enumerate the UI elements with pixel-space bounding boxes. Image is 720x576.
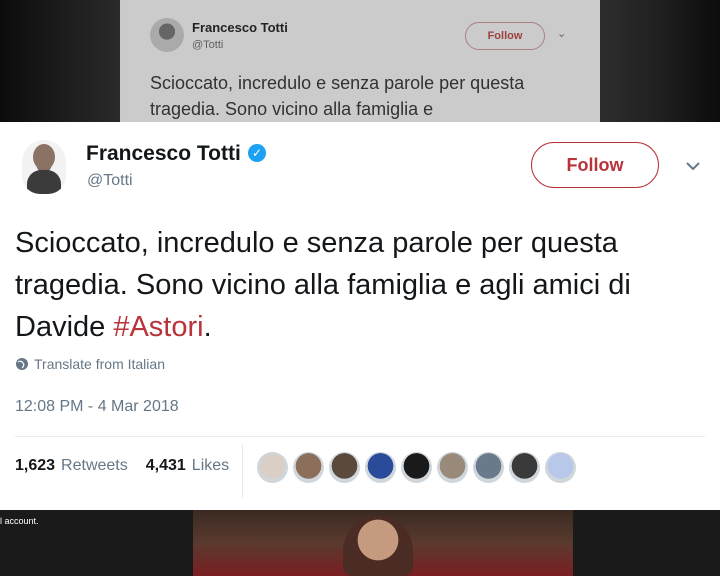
- liker-avatar[interactable]: [437, 452, 468, 483]
- background-photo: [193, 510, 573, 576]
- follow-button[interactable]: Follow: [531, 142, 659, 188]
- background-chevron-icon: ⌄: [557, 28, 567, 40]
- liker-avatar[interactable]: [401, 452, 432, 483]
- account-note: l account.: [0, 516, 39, 526]
- avatar[interactable]: [22, 140, 66, 194]
- liker-avatar[interactable]: [293, 452, 324, 483]
- likers-list: [257, 452, 576, 483]
- stats-divider: [242, 444, 243, 498]
- retweets-count[interactable]: 1,623: [15, 457, 55, 475]
- background-tweet: Francesco Totti @Totti Follow ⌄ Scioccat…: [120, 0, 600, 122]
- hashtag-link[interactable]: #Astori: [113, 311, 203, 343]
- background-follow-button: Follow: [465, 22, 545, 50]
- liker-avatar[interactable]: [473, 452, 504, 483]
- display-name[interactable]: Francesco Totti: [86, 142, 241, 166]
- tweet-text-end: .: [203, 311, 212, 343]
- tweet-text: Scioccato, incredulo e senza parole per …: [15, 222, 685, 348]
- avatar-head: [33, 144, 55, 170]
- background-display-name: Francesco Totti: [192, 20, 288, 35]
- tweet-stats: 1,623 Retweets 4,431 Likes: [15, 457, 229, 475]
- retweets-label[interactable]: Retweets: [61, 457, 128, 475]
- photo-face: [343, 516, 413, 576]
- globe-icon: [16, 358, 28, 370]
- likes-count[interactable]: 4,431: [146, 457, 186, 475]
- verified-badge-icon: ✓: [248, 144, 266, 162]
- chevron-down-icon[interactable]: [683, 156, 703, 176]
- tweet-text-body: Scioccato, incredulo e senza parole per …: [15, 227, 631, 343]
- translate-link[interactable]: Translate from Italian: [15, 356, 165, 372]
- avatar-body: [27, 170, 61, 194]
- liker-avatar[interactable]: [509, 452, 540, 483]
- tweet-card: Francesco Totti ✓ @Totti Follow Scioccat…: [0, 122, 720, 510]
- translate-label: Translate from Italian: [34, 356, 165, 372]
- liker-avatar[interactable]: [545, 452, 576, 483]
- user-handle[interactable]: @Totti: [87, 172, 133, 190]
- timestamp[interactable]: 12:08 PM - 4 Mar 2018: [15, 398, 179, 416]
- liker-avatar[interactable]: [257, 452, 288, 483]
- background-avatar: [150, 18, 184, 52]
- divider: [15, 436, 705, 437]
- liker-avatar[interactable]: [365, 452, 396, 483]
- background-tweet-text: Scioccato, incredulo e senza parole per …: [150, 73, 525, 119]
- liker-avatar[interactable]: [329, 452, 360, 483]
- background-handle: @Totti: [192, 39, 224, 51]
- likes-label[interactable]: Likes: [192, 457, 229, 475]
